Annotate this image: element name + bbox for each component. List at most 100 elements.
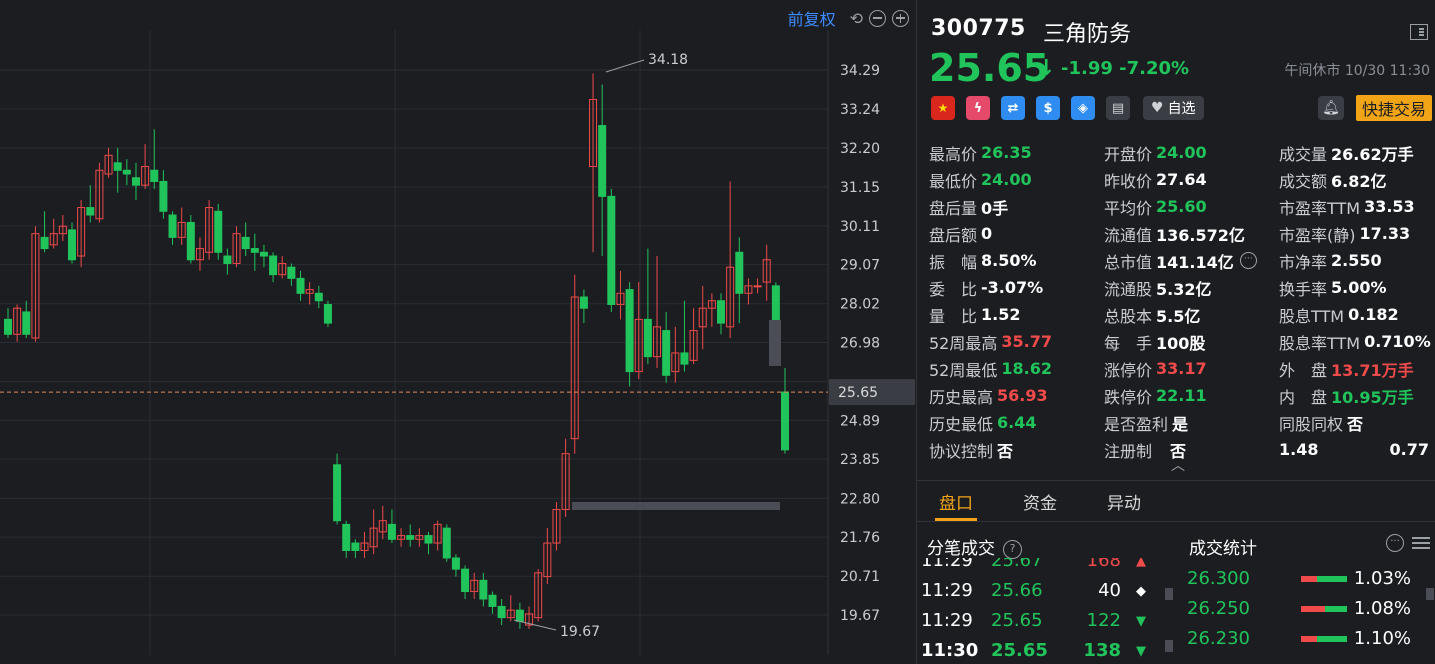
scrollbar-thumb[interactable] xyxy=(1165,588,1173,600)
stats-row: 历史最高 56.93 跌停价 22.11 内 盘 10.95万手 xyxy=(929,382,1434,409)
candle xyxy=(378,505,387,540)
candle-body xyxy=(442,527,451,559)
candle-body xyxy=(259,251,268,257)
collapse-chevron-icon[interactable]: ︿ xyxy=(1171,455,1185,475)
candle xyxy=(543,528,552,585)
stock-code: 300775 xyxy=(931,16,1026,41)
candle xyxy=(232,226,241,268)
tab-capital[interactable]: 资金 xyxy=(1023,489,1057,514)
stat-cell: 跌停价 22.11 xyxy=(1104,384,1279,408)
tick-direction-icon: ▼ xyxy=(1136,614,1146,629)
help-icon[interactable]: ? xyxy=(1003,539,1022,559)
stat-label: 每 手 xyxy=(1104,333,1153,353)
tag-icon[interactable]: ◈ xyxy=(1071,96,1095,120)
zoom-in-icon[interactable] xyxy=(892,9,909,27)
stat-cell: 股息TTM 0.182 xyxy=(1279,303,1434,327)
stats-grid: 最高价 26.35 开盘价 24.00 成交量 26.62万手 最低价 24.00 昨收价 27.… xyxy=(929,139,1434,463)
stats-row: 最低价 24.00 昨收价 27.64 成交额 6.82亿 xyxy=(929,166,1434,193)
candle xyxy=(31,226,40,342)
stat-label: 成交额 xyxy=(1279,171,1328,191)
stat-label: 52周最高 xyxy=(929,333,998,353)
stat-cell: 总市值 141.14亿 ··· xyxy=(1104,249,1279,273)
price-change: -1.99 -7.20% xyxy=(1061,58,1189,79)
candle-body xyxy=(86,207,95,216)
candle-body xyxy=(625,289,634,373)
price-axis-label: 22.80 xyxy=(840,491,880,507)
stat-cell: 总股本 5.5亿 xyxy=(1104,303,1279,327)
tab-order-book[interactable]: 盘口 xyxy=(939,489,973,514)
stat-value: 0 xyxy=(981,224,993,243)
change-percent: -7.20% xyxy=(1119,58,1190,79)
candle-body xyxy=(223,255,232,264)
candle xyxy=(653,256,662,368)
candle-body xyxy=(387,523,396,540)
stat-cell: 股息率TTM 0.710% xyxy=(1279,330,1434,354)
candle xyxy=(762,244,771,301)
stat-label: 1.48 xyxy=(1279,440,1319,459)
more-icon[interactable]: ··· xyxy=(1386,534,1404,552)
stat-label: 协议控制 xyxy=(929,441,994,461)
scrollbar-thumb[interactable] xyxy=(1165,640,1173,652)
candle xyxy=(241,222,250,257)
price-axis-label: 26.98 xyxy=(840,336,880,352)
shuffle-icon[interactable]: ⇄ xyxy=(1001,96,1025,120)
ticks-title: 分笔成交? xyxy=(927,534,1022,559)
stats-row: 盘后量 0手 平均价 25.60 市盈率TTM 33.53 xyxy=(929,193,1434,220)
list-menu-icon[interactable] xyxy=(1412,535,1430,551)
price-axis-label: 30.11 xyxy=(840,219,880,235)
adjust-mode-button[interactable]: 前复权 xyxy=(788,6,836,30)
candle xyxy=(186,215,195,264)
ledger-icon[interactable]: ▤ xyxy=(1106,96,1130,120)
stat-label: 最低价 xyxy=(929,171,978,191)
margin-icon[interactable]: ϟ xyxy=(966,96,990,120)
stat-value: -3.07% xyxy=(981,278,1044,297)
stat-label: 历史最高 xyxy=(929,387,994,407)
bell-icon[interactable]: 🔔︎ xyxy=(1318,96,1344,120)
stat-value: 100股 xyxy=(1156,333,1206,353)
stat-label: 市盈率(静) xyxy=(1279,225,1356,245)
layout-icon[interactable] xyxy=(1410,24,1428,40)
dollar-icon[interactable]: $ xyxy=(1036,96,1060,120)
stat-cell: 协议控制否 xyxy=(929,438,1104,462)
heart-icon: ♥ xyxy=(1151,100,1164,116)
stat-cell: 52周最高 35.77 xyxy=(929,330,1104,354)
zoom-out-icon[interactable] xyxy=(869,9,886,27)
scrollbar-thumb[interactable] xyxy=(1426,588,1434,600)
candle xyxy=(287,263,296,286)
tick-list[interactable]: 11:29 25.67 168 ▲ 11:29 25.66 40 ◆ 11:29 25.65 122… xyxy=(921,558,1171,664)
tick-direction-icon: ▲ xyxy=(1136,558,1146,569)
china-flag-icon[interactable]: ★ xyxy=(931,96,955,120)
stat-value: 10.95万手 xyxy=(1331,387,1414,407)
candle xyxy=(717,293,726,335)
more-icon[interactable]: ··· xyxy=(1239,252,1257,269)
candle xyxy=(314,285,323,309)
candle-body xyxy=(241,236,250,250)
stat-cell: 委 比 -3.07% xyxy=(929,276,1104,300)
candle xyxy=(195,237,204,271)
candle xyxy=(671,326,680,383)
kline-chart[interactable]: 34.29 33.24 32.20 31.15 30.11 29.07 28.02 26.98… xyxy=(0,0,915,664)
stat-cell: 振 幅 8.50% xyxy=(929,249,1104,273)
tick-time: 11:30 xyxy=(921,640,979,661)
candle xyxy=(534,569,543,622)
candle-body xyxy=(424,535,433,544)
stat-label: 市净率 xyxy=(1279,252,1328,272)
tab-anomaly[interactable]: 异动 xyxy=(1107,489,1141,514)
candle-body xyxy=(351,542,360,552)
candle-body xyxy=(781,391,789,451)
stat-label: 盘后量 xyxy=(929,198,978,218)
kline-chart-pane[interactable]: 34.29 33.24 32.20 31.15 30.11 29.07 28.02 26.98… xyxy=(0,0,915,664)
quick-trade-button[interactable]: 快捷交易 xyxy=(1355,95,1432,121)
stat-value: 33.17 xyxy=(1156,359,1207,378)
stat-cell: 成交额 6.82亿 xyxy=(1279,168,1434,192)
stat-value: 56.93 xyxy=(997,386,1048,405)
stat-label: 流通股 xyxy=(1104,279,1153,299)
feature-icon-row: ★ ϟ ⇄ $ ◈ ▤ ♥ 自选 xyxy=(931,96,1204,120)
undo-icon[interactable]: ⟲ xyxy=(850,10,863,27)
watchlist-button[interactable]: ♥ 自选 xyxy=(1143,96,1204,120)
candle-body xyxy=(159,180,168,212)
tick-volume: 122 xyxy=(1086,610,1121,631)
candle xyxy=(598,84,607,257)
price-axis-label: 23.85 xyxy=(840,452,880,468)
candle-body xyxy=(40,236,49,250)
